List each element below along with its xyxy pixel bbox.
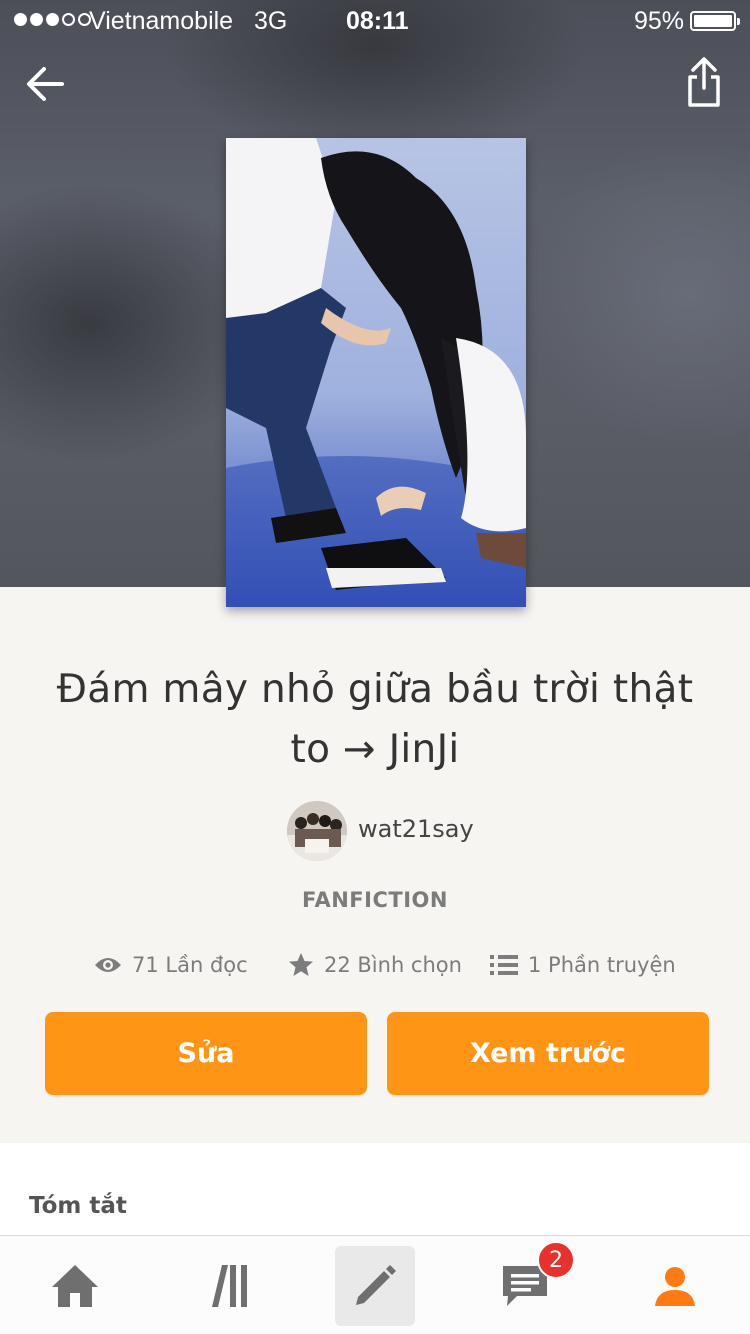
network-type: 3G <box>254 7 288 35</box>
preview-button[interactable]: Xem trước <box>387 1012 709 1095</box>
author-avatar[interactable] <box>287 801 347 861</box>
author-name[interactable]: wat21say <box>358 815 474 843</box>
status-time: 08:11 <box>346 7 409 35</box>
share-button[interactable] <box>680 56 728 110</box>
parts-count: 1 Phần truyện <box>528 953 676 977</box>
edit-button[interactable]: Sửa <box>45 1012 367 1095</box>
arrow-left-icon <box>27 67 64 101</box>
list-icon <box>490 955 518 975</box>
messages-badge: 2 <box>537 1241 575 1279</box>
summary-section: Tóm tắt <box>0 1143 750 1243</box>
tab-profile[interactable] <box>635 1246 715 1326</box>
carrier-name: Vietnamobile <box>89 7 234 35</box>
home-icon <box>52 1265 98 1307</box>
pencil-icon <box>356 1265 396 1305</box>
reads-count: 71 Lần đọc <box>132 953 248 977</box>
tab-home[interactable] <box>35 1246 115 1326</box>
story-category: FANFICTION <box>302 888 448 912</box>
star-icon <box>289 953 313 976</box>
bottom-tab-bar <box>0 1235 750 1334</box>
parts-stat: 1 Phần truyện <box>490 949 676 981</box>
signal-strength-icon <box>14 13 91 26</box>
story-cover-image[interactable] <box>226 138 526 607</box>
eye-icon <box>95 958 121 972</box>
battery-percent: 95% <box>634 7 685 35</box>
summary-heading: Tóm tắt <box>29 1193 127 1219</box>
back-button[interactable] <box>22 60 70 108</box>
battery-icon <box>690 11 740 31</box>
avatar-photo <box>287 801 347 861</box>
reads-stat: 71 Lần đọc <box>94 949 248 981</box>
votes-count: 22 Bình chọn <box>324 953 462 977</box>
share-icon <box>688 57 720 107</box>
votes-stat: 22 Bình chọn <box>288 949 462 981</box>
story-stats: 71 Lần đọc 22 Bình chọn 1 Phần truyện <box>0 949 750 981</box>
cover-illustration <box>226 138 526 607</box>
tab-library[interactable] <box>186 1246 266 1326</box>
story-title: Đám mây nhỏ giữa bầu trời thật to → JinJ… <box>56 667 694 772</box>
status-bar: Vietnamobile 3G 08:11 95% <box>0 0 750 40</box>
tab-write[interactable] <box>335 1246 415 1326</box>
library-icon <box>212 1265 247 1307</box>
profile-icon <box>655 1267 695 1306</box>
